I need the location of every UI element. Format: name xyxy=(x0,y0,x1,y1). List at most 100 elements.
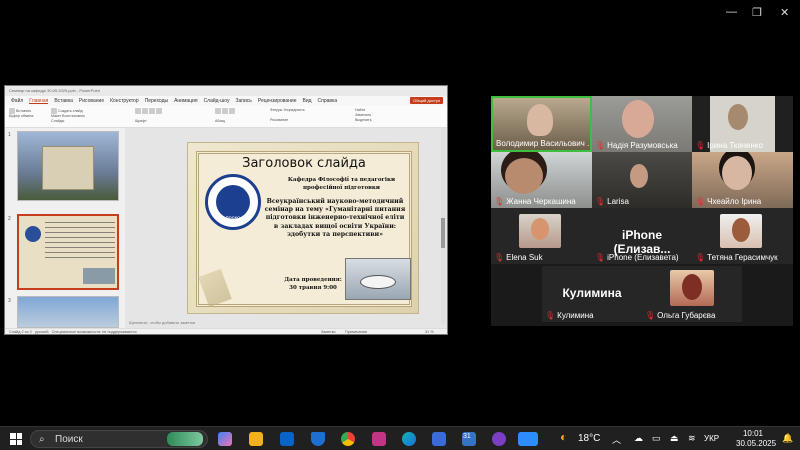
mic-muted-icon: 🎙 xyxy=(695,197,706,206)
participant-tile-7[interactable]: 🎙 Elena Suk xyxy=(491,208,592,264)
participant-tile-3[interactable]: 🎙 Ірина Ткаченко xyxy=(692,96,793,152)
slide-scrollbar[interactable] xyxy=(441,128,445,324)
defender-icon[interactable] xyxy=(311,432,325,446)
slide-date: Дата проведення: 30 травня 9:00 xyxy=(283,276,343,292)
thumb-number: 1 xyxy=(8,132,11,138)
new-slide-button[interactable]: Создать слайд xyxy=(58,109,83,113)
zoom-icon[interactable] xyxy=(518,432,538,446)
participant-avatar xyxy=(519,214,561,248)
arrange-button[interactable]: Упорядочить xyxy=(283,108,304,112)
menu-design[interactable]: Конструктор xyxy=(110,98,139,104)
menu-file[interactable]: Файл xyxy=(11,98,23,104)
participant-face xyxy=(622,100,654,138)
menu-insert[interactable]: Вставка xyxy=(54,98,73,104)
paste-button[interactable]: Вставить xyxy=(16,109,31,113)
ribbon-group-label: Буфер обмена xyxy=(9,114,34,118)
participant-tile-9[interactable]: 🎙 Тетяна Герасимчук xyxy=(692,208,793,264)
meeting-photo xyxy=(83,268,115,284)
slide-thumbnail-3[interactable] xyxy=(17,296,119,328)
participant-tile-8[interactable]: iPhone (Елизав... 🎙 iPhone (Елизавета) xyxy=(592,208,692,264)
taskbar-search[interactable]: ⌕ Поиск xyxy=(30,430,208,448)
ribbon-slides: Создать слайд Макет Восстановить Слайды xyxy=(51,108,85,124)
menu-review[interactable]: Рецензирование xyxy=(258,98,297,104)
menu-slideshow[interactable]: Слайд-шоу xyxy=(204,98,230,104)
meeting-photo xyxy=(345,258,411,300)
layout-button[interactable]: Макет xyxy=(51,114,61,118)
status-comments-button[interactable]: Примечания xyxy=(345,330,367,334)
status-notes-button[interactable]: Заметки xyxy=(321,330,336,334)
minimize-button[interactable]: — xyxy=(726,6,737,18)
menu-animation[interactable]: Анимация xyxy=(174,98,197,104)
slide-frame: Заголовок слайда Кафедра Філософії та пе… xyxy=(196,151,412,308)
photos-icon[interactable] xyxy=(432,432,446,446)
participant-tile-11[interactable]: 🎙 Ольга Губарєва xyxy=(642,266,742,322)
replace-button[interactable]: Заменить xyxy=(355,113,371,117)
clock[interactable]: 10:01 30.05.2025 xyxy=(736,429,776,449)
slide-seminar-title: Всеукраїнський науково-методичний семіна… xyxy=(264,198,406,238)
share-button[interactable]: Общий доступ xyxy=(410,97,443,104)
current-slide[interactable]: Заголовок слайда Кафедра Філософії та пе… xyxy=(187,142,419,314)
file-explorer-icon[interactable] xyxy=(249,432,263,446)
participant-name: 🎙 Elena Suk xyxy=(494,253,543,262)
onedrive-icon[interactable]: ☁ xyxy=(634,433,643,444)
participant-tile-5[interactable]: 🎙 Larisa xyxy=(592,152,692,208)
shapes-button[interactable]: Фигуры xyxy=(270,108,282,112)
participant-tile-6[interactable]: 🎙 Чхеайло Ірина xyxy=(692,152,793,208)
menu-view[interactable]: Вид xyxy=(303,98,312,104)
menu-transitions[interactable]: Переходы xyxy=(145,98,168,104)
menu-home[interactable]: Главная xyxy=(29,98,49,104)
ribbon-drawing: Фигуры Упорядочить Рисование xyxy=(270,108,355,123)
status-accessibility[interactable]: Специальные возможности: не поддерживает… xyxy=(52,330,137,334)
menu-draw[interactable]: Рисование xyxy=(79,98,104,104)
logo-icon xyxy=(25,226,41,242)
thumb-text-lines xyxy=(45,222,115,258)
notes-area[interactable]: Щелкните, чтобы добавить заметки xyxy=(129,320,195,325)
copilot-icon[interactable] xyxy=(218,432,232,446)
participant-tile-10[interactable]: Кулимина 🎙 Кулимина xyxy=(542,266,642,322)
notification-bell-icon[interactable]: 🔔 xyxy=(782,433,793,444)
language-indicator[interactable]: УКР xyxy=(704,434,719,443)
ribbon-font: Шрифт xyxy=(135,108,205,124)
slide-header[interactable]: Заголовок слайда xyxy=(199,156,409,171)
status-zoom[interactable]: 31 % xyxy=(425,330,434,334)
edge-icon[interactable] xyxy=(402,432,416,446)
select-button[interactable]: Выделить xyxy=(355,118,372,122)
store-icon[interactable] xyxy=(372,432,386,446)
participant-face xyxy=(527,104,553,136)
menu-record[interactable]: Запись xyxy=(235,98,251,104)
slide-canvas: Заголовок слайда Кафедра Філософії та пе… xyxy=(125,128,447,328)
mic-muted-icon: 🎙 xyxy=(645,311,656,320)
tray-chevron-icon[interactable]: ︿ xyxy=(612,433,621,446)
participant-name: Володимир Васильович ... xyxy=(496,139,592,148)
find-button[interactable]: Найти xyxy=(355,108,365,112)
thumb-number: 2 xyxy=(8,216,11,222)
participant-name: 🎙 Жанна Черкашина xyxy=(494,197,576,206)
meet-icon[interactable]: ▭ xyxy=(652,433,661,444)
participant-name: 🎙 Тетяна Герасимчук xyxy=(695,253,778,262)
menu-help[interactable]: Справка xyxy=(318,98,338,104)
start-icon[interactable] xyxy=(10,433,22,445)
participant-tile-2[interactable]: 🎙 Надія Разумовська xyxy=(592,96,692,152)
teams-icon[interactable] xyxy=(492,432,506,446)
participant-face xyxy=(505,158,543,194)
reset-button[interactable]: Восстановить xyxy=(62,114,85,118)
mic-muted-icon: 🎙 xyxy=(595,141,606,150)
participant-tile-1[interactable]: Володимир Васильович ... xyxy=(491,96,592,152)
mic-muted-icon: 🎙 xyxy=(494,197,505,206)
participant-tile-4[interactable]: 🎙 Жанна Черкашина xyxy=(491,152,592,208)
mic-muted-icon: 🎙 xyxy=(695,141,706,150)
wifi-icon[interactable]: ≋ xyxy=(688,433,696,444)
weather-temp[interactable]: 18°C xyxy=(578,433,600,444)
close-button[interactable]: ✕ xyxy=(780,6,789,19)
calendar-icon[interactable]: 31 xyxy=(462,432,476,446)
usb-icon[interactable]: ⏏ xyxy=(670,433,679,444)
outlook-icon[interactable] xyxy=(280,432,294,446)
shared-screen-powerpoint: Семінар на кафедрі 30.05.2025.pptx - Pow… xyxy=(4,85,448,335)
chrome-icon[interactable] xyxy=(341,432,355,446)
ribbon-group-label: Абзац xyxy=(215,119,226,123)
slide-thumbnail-1[interactable] xyxy=(17,131,119,201)
slide-thumbnail-2[interactable] xyxy=(17,214,119,290)
ribbon-paragraph: Абзац xyxy=(215,108,265,124)
participant-display-name: Кулимина xyxy=(562,286,622,300)
restore-button[interactable]: ❐ xyxy=(752,6,762,19)
